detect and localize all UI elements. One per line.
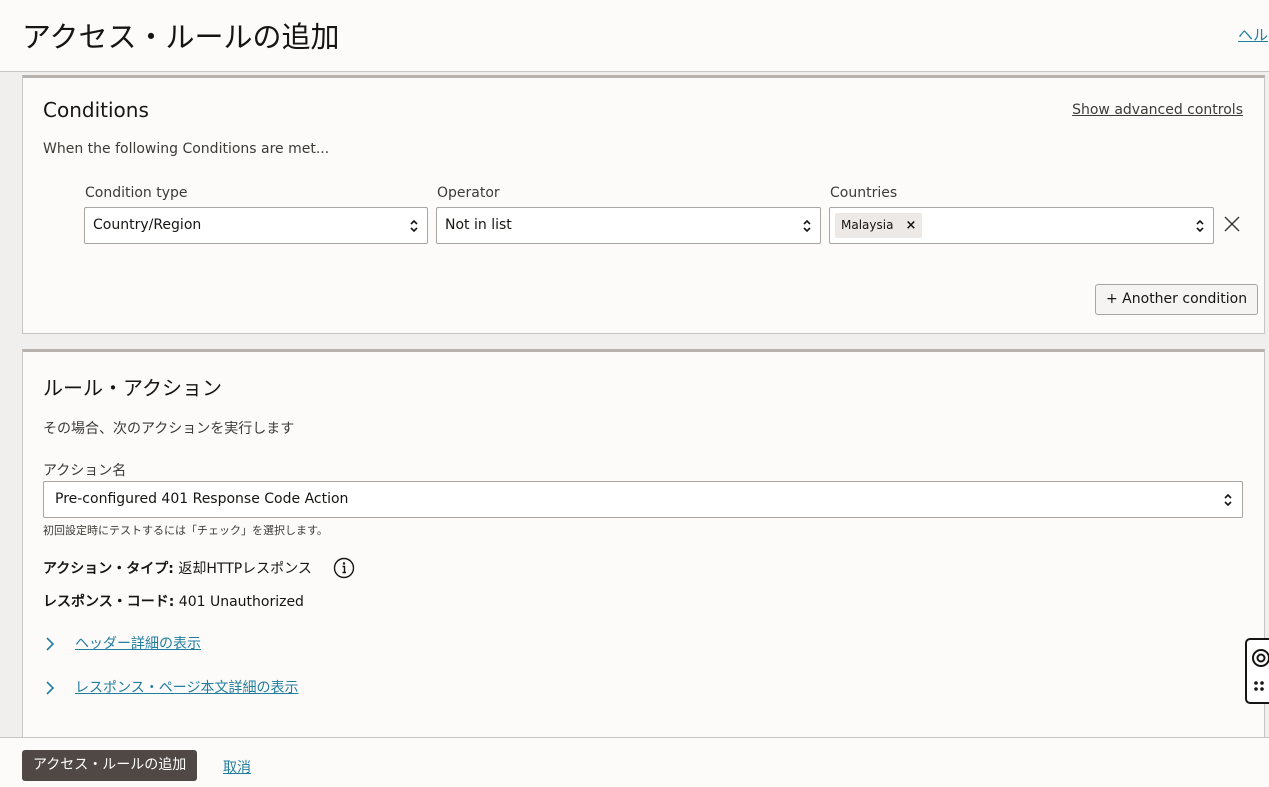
action-type-key: アクション・タイプ:: [43, 561, 174, 577]
action-type-row: アクション・タイプ: 返却HTTPレスポンス: [43, 558, 312, 578]
condition-type-label: Condition type: [85, 185, 188, 201]
lifebuoy-icon: [1252, 649, 1269, 667]
response-code-row: レスポンス・コード: 401 Unauthorized: [43, 591, 304, 611]
chevron-updown-icon: [1196, 219, 1204, 233]
countries-multiselect[interactable]: Malaysia ×: [829, 207, 1214, 244]
chevron-updown-icon: [410, 219, 418, 233]
chevron-updown-icon: [1224, 493, 1232, 507]
action-name-help-text: 初回設定時にテストするには「チェック」を選択します。: [43, 524, 328, 537]
action-name-value: Pre-configured 401 Response Code Action: [55, 491, 349, 507]
conditions-panel: Conditions Show advanced controls When t…: [22, 75, 1265, 334]
remove-condition-icon[interactable]: [1223, 215, 1241, 233]
country-chip-label: Malaysia: [841, 218, 894, 232]
rule-action-title: ルール・アクション: [43, 376, 222, 400]
conditions-intro: When the following Conditions are met...: [43, 141, 330, 157]
action-type-value: 返却HTTPレスポンス: [178, 561, 312, 577]
action-name-label: アクション名: [43, 463, 127, 479]
add-access-rule-button[interactable]: アクセス・ルールの追加: [22, 750, 198, 781]
form-scroll-area[interactable]: Conditions Show advanced controls When t…: [0, 72, 1269, 737]
header-details-link[interactable]: ヘッダー詳細の表示: [75, 633, 201, 653]
rule-action-intro: その場合、次のアクションを実行します: [43, 421, 295, 437]
show-advanced-controls-link[interactable]: Show advanced controls: [1072, 102, 1243, 118]
response-code-key: レスポンス・コード:: [43, 594, 175, 610]
help-link[interactable]: ヘル: [1238, 24, 1268, 45]
operator-select[interactable]: Not in list: [436, 207, 821, 244]
page-title: アクセス・ルールの追加: [22, 20, 340, 54]
cancel-link[interactable]: 取消: [223, 757, 251, 777]
action-name-select[interactable]: Pre-configured 401 Response Code Action: [43, 481, 1243, 518]
countries-label: Countries: [830, 185, 898, 201]
country-chip: Malaysia ×: [835, 213, 923, 238]
rule-action-panel: ルール・アクション その場合、次のアクションを実行します アクション名 Pre-…: [22, 349, 1265, 737]
condition-type-select[interactable]: Country/Region: [84, 207, 428, 244]
grid-dots-icon: [1254, 681, 1264, 691]
help-center-widget[interactable]: [1245, 638, 1269, 704]
response-body-details-link[interactable]: レスポンス・ページ本文詳細の表示: [75, 677, 298, 697]
chevron-right-icon: [46, 637, 55, 651]
operator-label: Operator: [437, 185, 500, 201]
response-code-value: 401 Unauthorized: [178, 594, 304, 610]
chevron-updown-icon: [803, 219, 811, 233]
another-condition-button[interactable]: + Another condition: [1095, 284, 1259, 315]
operator-value: Not in list: [445, 217, 512, 233]
chevron-right-icon: [46, 681, 55, 695]
chip-remove-icon[interactable]: ×: [905, 218, 916, 233]
page-footer: アクセス・ルールの追加 取消: [0, 737, 1269, 787]
info-icon[interactable]: [333, 557, 355, 579]
conditions-title: Conditions: [43, 98, 149, 122]
page-header: アクセス・ルールの追加 ヘル: [0, 0, 1269, 72]
condition-type-value: Country/Region: [93, 217, 202, 233]
